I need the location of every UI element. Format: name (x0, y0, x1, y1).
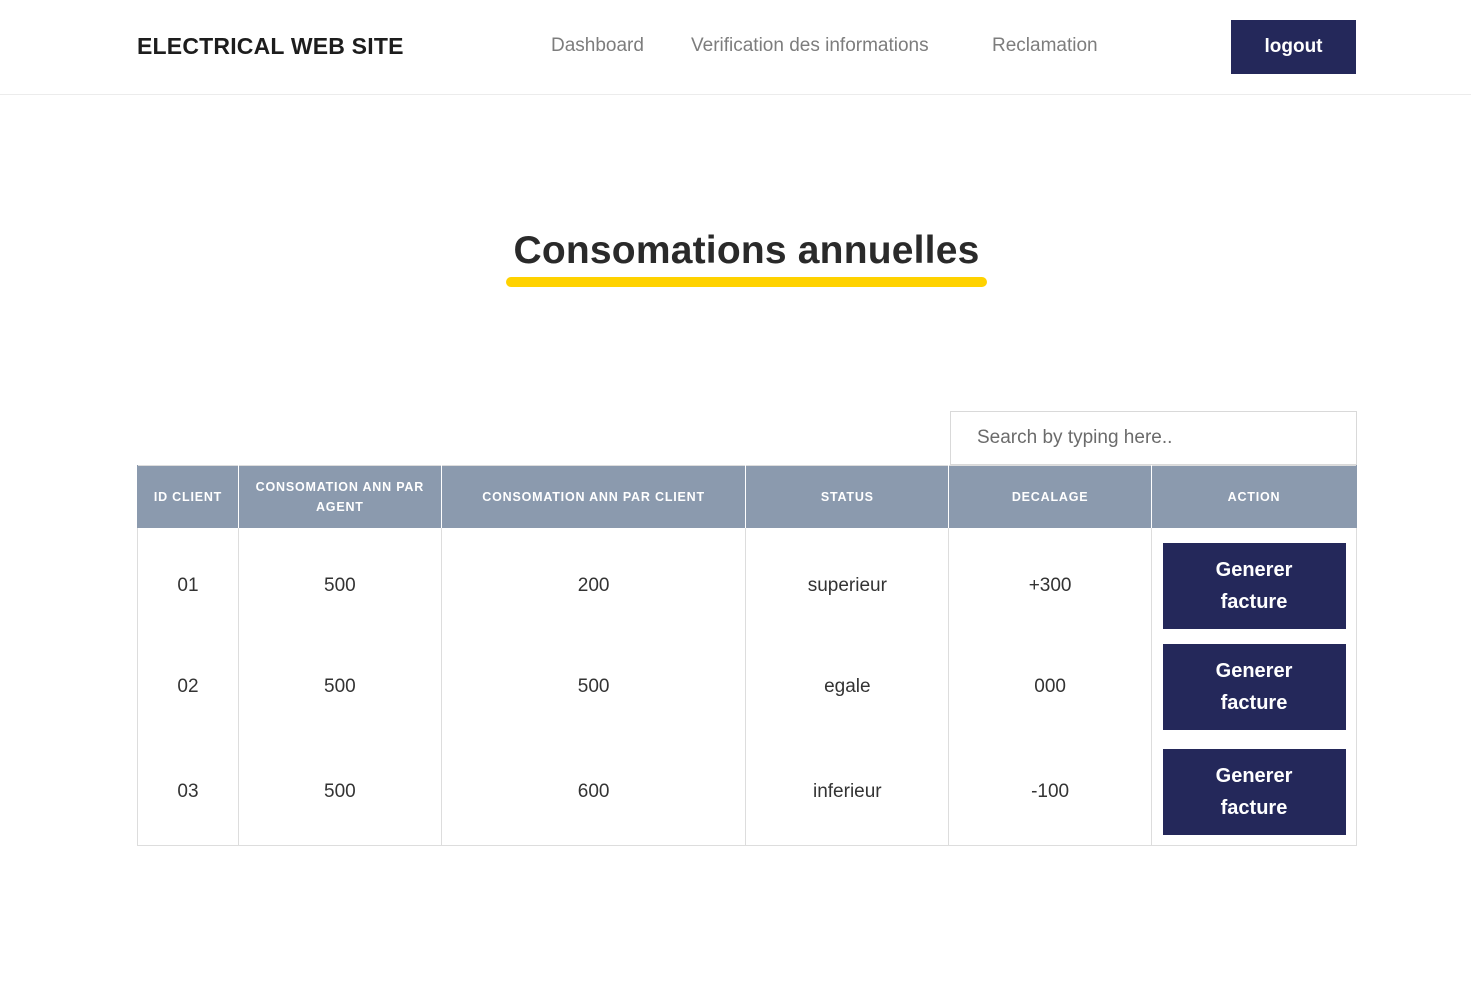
header-decalage: DECALAGE (948, 465, 1152, 528)
cell-consomation-client: 600 (440, 739, 747, 846)
header-consomation-client: CONSOMATION ANN PAR CLIENT (440, 465, 747, 528)
generer-facture-button[interactable]: Generer facture (1162, 749, 1346, 836)
title-underline (506, 277, 987, 287)
cell-id-client: 01 (137, 527, 239, 634)
cell-consomation-agent: 500 (237, 633, 442, 740)
table-row: 02 500 500 egale 000 Generer facture (137, 633, 1357, 740)
generer-facture-button[interactable]: Generer facture (1162, 542, 1346, 629)
cell-action: Generer facture (1151, 739, 1357, 846)
consumption-table: ID CLIENT CONSOMATION ANN PAR AGENT CONS… (137, 465, 1357, 846)
page-title: Consomations annuelles (513, 229, 980, 272)
site-brand[interactable]: ELECTRICAL WEB SITE (137, 33, 404, 60)
page-title-section: Consomations annuelles (506, 227, 987, 287)
cell-id-client: 03 (137, 739, 239, 846)
header-id-client: ID CLIENT (137, 465, 239, 528)
cell-id-client: 02 (137, 633, 239, 740)
logout-button[interactable]: logout (1231, 20, 1356, 74)
cell-consomation-client: 500 (440, 633, 747, 740)
generer-facture-button[interactable]: Generer facture (1162, 643, 1346, 730)
nav-dashboard-link[interactable]: Dashboard (551, 35, 644, 57)
cell-consomation-agent: 500 (237, 739, 442, 846)
cell-status: superieur (745, 527, 950, 634)
nav-reclamation-link[interactable]: Reclamation (992, 35, 1098, 57)
header-status: STATUS (745, 465, 950, 528)
table-row: 01 500 200 superieur +300 Generer factur… (137, 527, 1357, 634)
header-action: ACTION (1151, 465, 1357, 528)
cell-action: Generer facture (1151, 527, 1357, 634)
cell-status: egale (745, 633, 950, 740)
search-input[interactable] (950, 411, 1357, 465)
cell-action: Generer facture (1151, 633, 1357, 740)
cell-decalage: +300 (948, 527, 1152, 634)
table-header-row: ID CLIENT CONSOMATION ANN PAR AGENT CONS… (137, 465, 1357, 528)
cell-consomation-agent: 500 (237, 527, 442, 634)
cell-decalage: -100 (948, 739, 1152, 846)
cell-status: inferieur (745, 739, 950, 846)
nav-verification-link[interactable]: Verification des informations (691, 35, 929, 57)
cell-consomation-client: 200 (440, 527, 747, 634)
cell-decalage: 000 (948, 633, 1152, 740)
top-navbar: ELECTRICAL WEB SITE Dashboard Verificati… (0, 0, 1471, 95)
table-row: 03 500 600 inferieur -100 Generer factur… (137, 739, 1357, 846)
header-consomation-agent: CONSOMATION ANN PAR AGENT (237, 465, 442, 528)
